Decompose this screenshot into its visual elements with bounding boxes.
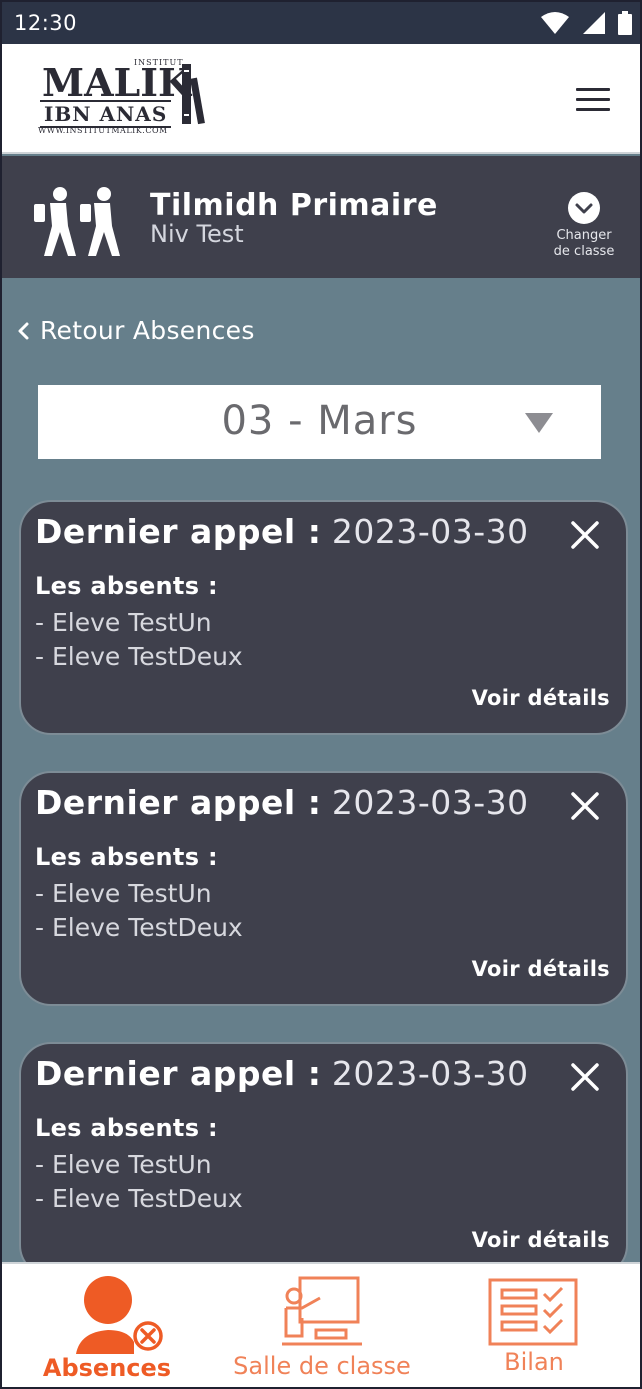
- status-time: 12:30: [14, 11, 78, 35]
- attendance-card: Dernier appel : 2023-03-30 Les absents :…: [19, 771, 628, 1006]
- card-date: 2023-03-30: [331, 783, 529, 822]
- wifi-icon: [541, 12, 569, 34]
- card-last-call-label: Dernier appel :: [35, 512, 322, 551]
- absent-student: - Eleve TestUn: [35, 879, 212, 908]
- back-to-absences-link[interactable]: Retour Absences: [16, 316, 255, 345]
- person-absent-icon: [76, 1276, 163, 1354]
- card-last-call-label: Dernier appel :: [35, 1054, 322, 1093]
- change-class-label-line2: de classe: [553, 244, 615, 259]
- card-header: Dernier appel : 2023-03-30: [35, 512, 529, 551]
- hamburger-menu-icon[interactable]: [576, 88, 610, 112]
- battery-icon: [618, 11, 632, 35]
- nav-tab-absences[interactable]: Absences: [22, 1264, 192, 1387]
- dropdown-caret-icon: [525, 413, 553, 433]
- absent-student: - Eleve TestUn: [35, 608, 212, 637]
- nav-label-report: Bilan: [504, 1348, 564, 1376]
- class-banner: Tilmidh Primaire Niv Test Changer de cla…: [2, 156, 640, 278]
- books-icon: [182, 64, 205, 125]
- logo-word-ibn-anas: IBN ANAS: [40, 100, 172, 128]
- app-header: MALIK INSTITUT IBN ANAS WWW.INSTITUTMALI…: [2, 44, 640, 154]
- bottom-navigation: Absences Salle de classe Bilan: [2, 1262, 640, 1387]
- class-title: Tilmidh Primaire: [150, 188, 438, 223]
- class-level: Niv Test: [150, 220, 244, 248]
- logo-website: WWW.INSTITUTMALIK.COM: [38, 126, 168, 135]
- close-icon[interactable]: [570, 1062, 600, 1092]
- report-checklist-icon: [488, 1278, 578, 1346]
- card-header: Dernier appel : 2023-03-30: [35, 1054, 529, 1093]
- institut-logo[interactable]: MALIK INSTITUT IBN ANAS WWW.INSTITUTMALI…: [36, 58, 216, 138]
- close-icon[interactable]: [570, 791, 600, 821]
- nav-tab-classroom[interactable]: Salle de classe: [222, 1264, 422, 1387]
- absent-student: - Eleve TestUn: [35, 1150, 212, 1179]
- see-details-link[interactable]: Voir détails: [472, 1228, 610, 1252]
- status-bar: 12:30: [2, 2, 640, 44]
- app-frame: 12:30 MALIK INSTITUT IBN ANAS WWW.INSTIT…: [0, 0, 642, 1389]
- month-select[interactable]: 03 - Mars: [38, 385, 601, 459]
- card-header: Dernier appel : 2023-03-30: [35, 783, 529, 822]
- absent-list-title: Les absents :: [35, 843, 218, 871]
- chevron-down-icon: [568, 192, 600, 224]
- chevron-left-icon: [18, 322, 29, 339]
- change-class-button[interactable]: Changer de classe: [548, 192, 620, 260]
- card-date: 2023-03-30: [331, 1054, 529, 1093]
- nav-label-classroom: Salle de classe: [233, 1352, 411, 1380]
- nav-tab-report[interactable]: Bilan: [464, 1264, 604, 1387]
- classroom-teacher-icon: [282, 1276, 362, 1346]
- absent-list-title: Les absents :: [35, 1114, 218, 1142]
- status-icons: [540, 11, 632, 35]
- nav-label-absences: Absences: [42, 1354, 172, 1382]
- month-select-value: 03 - Mars: [221, 398, 418, 444]
- card-last-call-label: Dernier appel :: [35, 783, 322, 822]
- attendance-card: Dernier appel : 2023-03-30 Les absents :…: [19, 1042, 628, 1277]
- card-date: 2023-03-30: [331, 512, 529, 551]
- logo-word-institut: INSTITUT: [134, 58, 184, 67]
- see-details-link[interactable]: Voir détails: [472, 686, 610, 710]
- back-link-label: Retour Absences: [40, 316, 255, 345]
- absent-student: - Eleve TestDeux: [35, 642, 243, 671]
- close-icon[interactable]: [570, 520, 600, 550]
- absent-list-title: Les absents :: [35, 572, 218, 600]
- absent-student: - Eleve TestDeux: [35, 913, 243, 942]
- absent-student: - Eleve TestDeux: [35, 1184, 243, 1213]
- see-details-link[interactable]: Voir détails: [472, 957, 610, 981]
- students-walking-icon: [34, 187, 120, 256]
- change-class-label-line1: Changer: [556, 228, 612, 243]
- attendance-card: Dernier appel : 2023-03-30 Les absents :…: [19, 500, 628, 735]
- signal-icon: [583, 12, 605, 34]
